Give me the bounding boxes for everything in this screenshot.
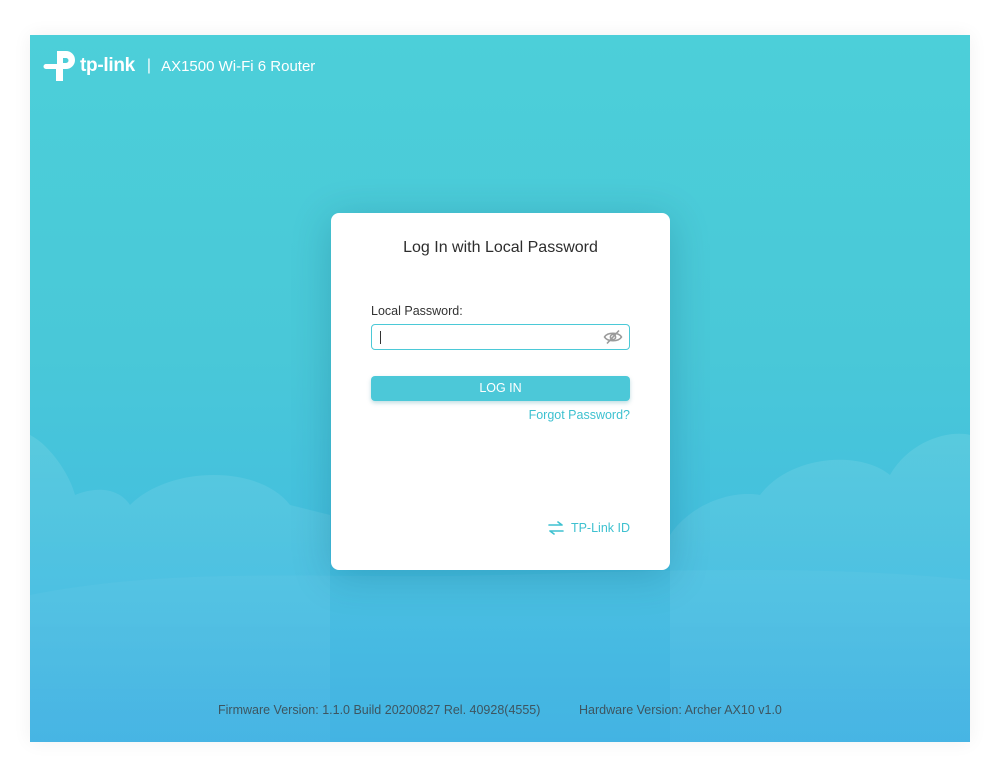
brand-name: tp-link bbox=[80, 55, 135, 76]
router-model: AX1500 Wi-Fi 6 Router bbox=[161, 57, 316, 75]
eye-off-icon[interactable] bbox=[603, 329, 623, 345]
header-divider: | bbox=[146, 57, 152, 74]
password-label: Local Password: bbox=[371, 304, 463, 318]
header: tp-link | AX1500 Wi-Fi 6 Router bbox=[42, 48, 315, 84]
brand-logo: tp-link bbox=[42, 49, 135, 83]
tp-link-id-link[interactable]: TP-Link ID bbox=[548, 521, 630, 535]
tp-link-id-label: TP-Link ID bbox=[570, 521, 630, 535]
swap-arrows-icon bbox=[548, 521, 564, 535]
login-title: Log In with Local Password bbox=[403, 239, 598, 256]
login-page-background: tp-link | AX1500 Wi-Fi 6 Router Log In w… bbox=[30, 35, 970, 742]
password-input[interactable] bbox=[380, 327, 600, 347]
password-field[interactable] bbox=[371, 324, 630, 350]
login-card: Log In with Local Password Local Passwor… bbox=[331, 213, 670, 570]
hardware-version: Hardware Version: Archer AX10 v1.0 bbox=[579, 703, 782, 717]
tp-link-logo-icon bbox=[43, 51, 75, 81]
forgot-password-link[interactable]: Forgot Password? bbox=[529, 408, 630, 422]
text-caret bbox=[380, 331, 381, 344]
login-button[interactable]: LOG IN bbox=[371, 376, 630, 401]
firmware-version: Firmware Version: 1.1.0 Build 20200827 R… bbox=[218, 703, 541, 717]
